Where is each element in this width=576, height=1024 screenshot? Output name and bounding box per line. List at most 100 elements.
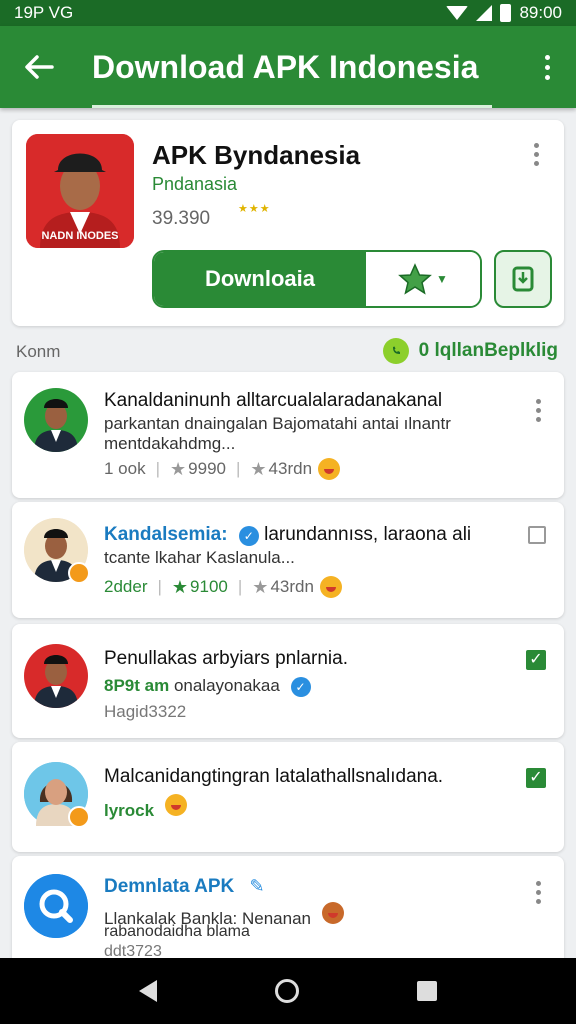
avatar [24, 874, 88, 938]
meta-rating: 9990 [188, 459, 226, 478]
dot-icon [544, 74, 550, 80]
item-menu-button[interactable] [528, 878, 548, 906]
item-title: Malcanidangtingran latalathallsnalıdana. [104, 766, 444, 787]
verified-badge-icon [68, 806, 90, 828]
share-whatsapp-link[interactable]: 0 lqllanBeplklig [382, 338, 558, 364]
item-meta: 1 ook | ★ 9990 | ★ 43rdn [104, 458, 341, 480]
favorite-dropdown[interactable]: ▼ [366, 252, 480, 306]
avatar [24, 644, 88, 708]
item-description: lyrock [104, 794, 187, 821]
dot-icon [535, 416, 541, 422]
divider: | [155, 459, 161, 478]
meta-downloads: 2dder [104, 577, 148, 596]
status-carrier: 19P VG [14, 3, 74, 22]
item-title: Kanaldaninunh alltarcualalaradanakanal [104, 390, 443, 411]
status-bar: 19P VG 89:00 [0, 0, 576, 26]
dot-icon [544, 54, 550, 60]
app-name: APK Byndanesia [152, 140, 361, 170]
dot-icon [533, 160, 539, 166]
battery-icon [500, 4, 512, 22]
dot-icon [535, 880, 541, 886]
app-icon-label: NADN INODES [41, 230, 119, 242]
wifi-icon [446, 6, 469, 20]
system-nav-bar [0, 958, 576, 1024]
meta-rating: 9100 [190, 577, 228, 596]
tab-indicator [92, 105, 492, 108]
item-title-rest: larundannıss, laraona ali [264, 524, 472, 545]
list-item[interactable]: Kandalsemia: ✓ larundannıss, laraona ali… [12, 502, 564, 618]
star-icon [398, 263, 432, 295]
item-date: Hagid3322 [104, 702, 187, 721]
card-menu-button[interactable] [526, 140, 546, 168]
dot-icon [535, 398, 541, 404]
laugh-emoji-icon [318, 458, 341, 480]
whatsapp-icon [382, 338, 409, 364]
rating-stars: ★★★ [238, 203, 271, 215]
checkbox-checked[interactable]: ✓ [526, 650, 546, 670]
download-count: 39.390 [152, 208, 211, 229]
item-title: Demnlata APK ✎ [104, 876, 265, 898]
list-item[interactable]: Malcanidangtingran latalathallsnalıdana.… [12, 742, 564, 852]
share-label: 0 lqllanBeplklig [418, 340, 558, 361]
item-description-text: onalayonakaa [173, 676, 280, 695]
divider: | [157, 577, 162, 596]
nav-home-icon[interactable] [275, 979, 299, 1003]
checkbox-checked[interactable]: ✓ [526, 768, 546, 788]
avatar [24, 762, 90, 828]
item-description: mentdakahdmg... [104, 434, 236, 453]
arrow-left-icon [25, 55, 54, 79]
face-emoji-icon [321, 902, 344, 924]
item-meta: 2dder | ★ 9100 | ★ 43rdn [104, 576, 342, 598]
pin-icon: ✎ [249, 876, 265, 896]
avatar [24, 518, 90, 584]
item-description: 8P9t am onalayonakaa ✓ [104, 676, 311, 697]
item-tag: lyrock [104, 801, 155, 820]
verified-icon: ✓ [290, 677, 311, 697]
laugh-emoji-icon [164, 794, 187, 816]
meta-downloads: 1 ook [104, 459, 146, 478]
page-title: Download APK Indonesia [92, 48, 479, 85]
meta-reviews: 43rdn [270, 577, 314, 596]
developer-link[interactable]: Pndanasia [152, 174, 237, 195]
avatar [24, 388, 88, 452]
item-title-highlight: Kandalsemia: [104, 524, 228, 545]
chevron-down-icon: ▼ [436, 272, 448, 286]
divider: | [235, 459, 241, 478]
nav-back-icon[interactable] [139, 980, 157, 1002]
dot-icon [535, 898, 541, 904]
meta-reviews: 43rdn [268, 459, 313, 478]
phone-install-icon [512, 266, 534, 292]
app-icon: NADN INODES [26, 134, 134, 248]
nav-recents-icon[interactable] [417, 981, 437, 1001]
app-bar: Download APK Indonesia [0, 26, 576, 108]
star-icon: ★ [170, 458, 187, 479]
overflow-menu-button[interactable] [518, 26, 576, 108]
item-tag: 8P9t am [104, 676, 170, 695]
item-description: tcante lkahar Kaslanula... [104, 548, 295, 567]
item-title: Kandalsemia: ✓ larundannıss, laraona ali [104, 524, 471, 546]
star-icon: ★ [171, 576, 189, 597]
item-description: parkantan dnaingalan Bajomatahi antai ıl… [104, 414, 451, 433]
download-button[interactable]: Downloaia [154, 252, 366, 306]
item-menu-button[interactable] [528, 396, 548, 424]
back-button[interactable] [0, 26, 78, 108]
status-icons: 89:00 [446, 3, 562, 23]
list-item[interactable]: Penullakas arbyiars pnlarnia. 8P9t am on… [12, 624, 564, 738]
list-item[interactable]: Kanaldaninunh alltarcualalaradanakanal p… [12, 372, 564, 498]
dot-icon [544, 64, 550, 70]
external-link-icon[interactable] [528, 526, 546, 544]
install-button[interactable] [494, 250, 552, 308]
verified-badge-icon [68, 562, 90, 584]
download-group: Downloaia ▼ [152, 250, 482, 308]
star-icon: ★ [252, 576, 269, 597]
divider: | [237, 577, 243, 596]
star-icon: ★ [250, 458, 267, 479]
dot-icon [535, 889, 541, 895]
verified-icon: ✓ [238, 526, 259, 546]
app-hero-card[interactable]: NADN INODES APK Byndanesia Pndanasia 39.… [12, 120, 564, 326]
laugh-emoji-icon [319, 576, 342, 598]
item-description: rabanodaidha blama [104, 923, 250, 940]
dot-icon [535, 407, 541, 413]
dot-icon [533, 142, 539, 148]
search-icon [24, 874, 88, 938]
